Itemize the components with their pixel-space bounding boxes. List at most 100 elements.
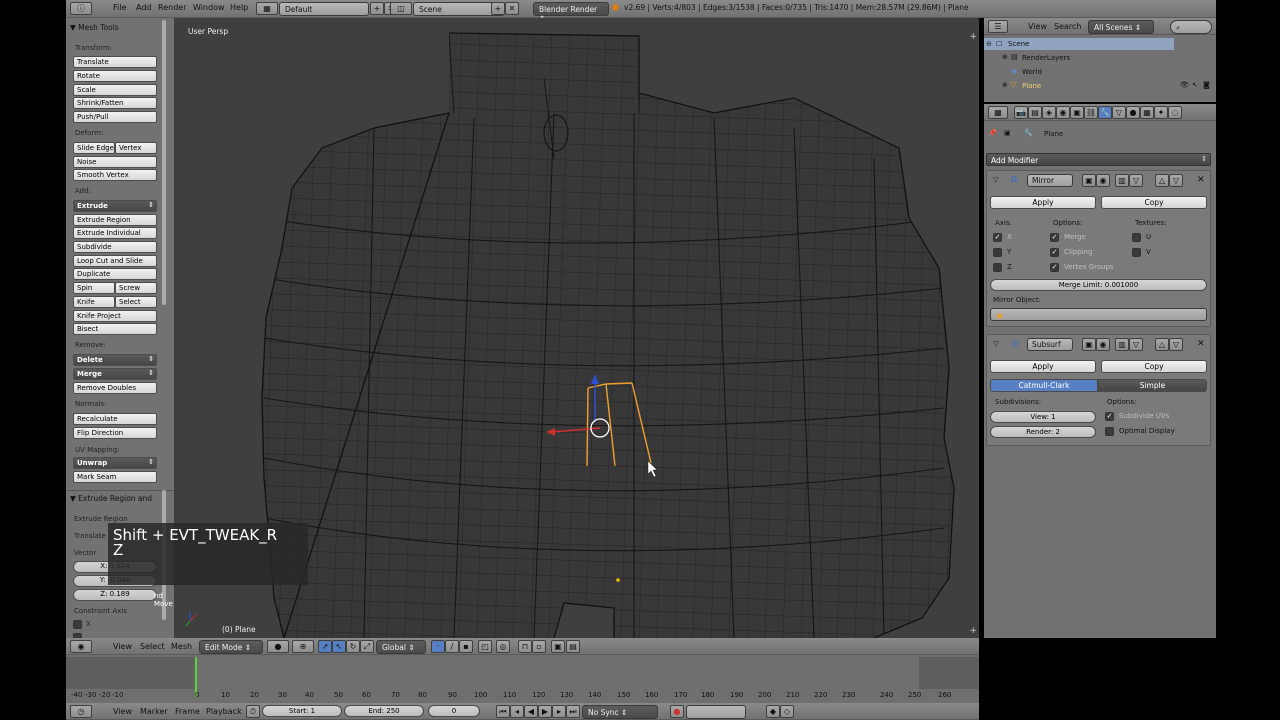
menu-help[interactable]: Help — [230, 3, 248, 12]
manipulator-icon[interactable]: ↗ — [318, 640, 332, 653]
subsurf-move-down-icon[interactable]: ▽ — [1169, 338, 1183, 351]
scene-close-icon[interactable]: ✕ — [505, 2, 519, 15]
end-frame-field[interactable]: End: 250 — [344, 705, 424, 717]
translate-manip-icon[interactable]: ↖ — [332, 640, 346, 653]
tab-data-icon[interactable]: ▽ — [1112, 106, 1126, 119]
noise-button[interactable]: Noise — [73, 156, 157, 168]
render-anim-icon[interactable]: ▤ — [566, 640, 580, 653]
knife-project-button[interactable]: Knife Project — [73, 310, 157, 322]
mirror-collapse-icon[interactable]: ▽ — [993, 176, 998, 184]
axis-x-checkbox[interactable]: ✓ — [993, 233, 1002, 242]
subsurf-render-toggle-icon[interactable]: ▣ — [1082, 338, 1096, 351]
mirror-viewport-toggle-icon[interactable]: ◉ — [1096, 174, 1110, 187]
tool-shelf-scrollbar[interactable] — [162, 20, 166, 305]
plane-expand-icon[interactable]: ⊕ — [1002, 81, 1008, 89]
editor-type-icon[interactable]: ⓘ — [70, 2, 92, 15]
proportional-icon[interactable]: ◎ — [496, 640, 510, 653]
outliner-world-label[interactable]: World — [1022, 68, 1042, 76]
layout-grid-icon[interactable]: ▦ — [256, 2, 278, 15]
editor-type-timeline-icon[interactable]: ◷ — [70, 705, 92, 718]
subsurf-render-levels[interactable]: Render: 2 — [990, 426, 1096, 438]
tab-physics-icon[interactable]: ◌ — [1168, 106, 1182, 119]
rotate-manip-icon[interactable]: ↻ — [346, 640, 360, 653]
shrink-fatten-button[interactable]: Shrink/Fatten — [73, 97, 157, 109]
select-menu[interactable]: Select — [140, 642, 165, 651]
viewport-shade-icon[interactable]: ● — [267, 640, 289, 653]
scene-expand-icon[interactable]: ⊖ — [986, 40, 992, 48]
record-icon[interactable]: ● — [670, 705, 684, 718]
mirror-editmode-toggle-icon[interactable]: ▥ — [1115, 174, 1129, 187]
smooth-vertex-button[interactable]: Smooth Vertex — [73, 169, 157, 181]
menu-render[interactable]: Render — [158, 3, 186, 12]
editor-type-3d-icon[interactable]: ◉ — [70, 640, 92, 653]
knife-button[interactable]: Knife — [73, 296, 115, 308]
orientation-select[interactable]: Global ⇕ — [376, 640, 426, 654]
render-preview-icon[interactable]: ▣ — [551, 640, 565, 653]
axis-y-checkbox[interactable] — [993, 248, 1002, 257]
subsurf-editmode-toggle-icon[interactable]: ▥ — [1115, 338, 1129, 351]
face-select-icon[interactable]: ▪ — [459, 640, 473, 653]
snap-icon[interactable]: ⊓ — [518, 640, 532, 653]
next-key-icon[interactable]: ▸ — [552, 705, 566, 718]
tab-particles-icon[interactable]: ✦ — [1154, 106, 1168, 119]
pivot-icon[interactable]: ⊕ — [292, 640, 314, 653]
insert-key-icon[interactable]: ◆ — [766, 705, 780, 718]
renderlayers-expand-icon[interactable]: ⊕ — [1002, 53, 1008, 61]
menu-file[interactable]: File — [113, 3, 126, 12]
screw-button[interactable]: Screw — [115, 282, 157, 294]
subsurf-close-icon[interactable]: ✕ — [1197, 339, 1205, 349]
properties-type-icon[interactable]: ▦ — [988, 106, 1008, 119]
constraint-x-checkbox[interactable] — [73, 620, 82, 629]
knife-select-button[interactable]: Select — [115, 296, 157, 308]
scale-button[interactable]: Scale — [73, 84, 157, 96]
subsurf-move-up-icon[interactable]: △ — [1155, 338, 1169, 351]
outliner-search-menu[interactable]: Search — [1054, 22, 1081, 31]
subsurf-apply-button[interactable]: Apply — [990, 360, 1096, 373]
viewport-nav-plus-icon[interactable]: + — [969, 32, 977, 42]
jump-start-icon[interactable]: ⏮ — [496, 705, 510, 718]
bisect-button[interactable]: Bisect — [73, 323, 157, 335]
outliner-search-field[interactable]: ⌕ — [1170, 20, 1212, 34]
recalculate-button[interactable]: Recalculate — [73, 413, 157, 425]
merge-menu[interactable]: Merge — [73, 368, 157, 380]
outliner-display-select[interactable]: All Scenes ⇕ — [1088, 20, 1154, 34]
clipping-checkbox[interactable]: ✓ — [1050, 248, 1059, 257]
subsurf-name-field[interactable]: Subsurf — [1027, 338, 1073, 351]
texture-v-checkbox[interactable] — [1132, 248, 1141, 257]
duplicate-button[interactable]: Duplicate — [73, 268, 157, 280]
sync-select[interactable]: No Sync ⇕ — [582, 705, 658, 719]
preview-range-icon[interactable]: ⏱ — [246, 705, 260, 718]
rotate-button[interactable]: Rotate — [73, 70, 157, 82]
mirror-cage-toggle-icon[interactable]: ▽ — [1129, 174, 1143, 187]
vertex-select-icon[interactable]: · — [431, 640, 445, 653]
loop-cut-button[interactable]: Loop Cut and Slide — [73, 255, 157, 267]
mode-select[interactable]: Edit Mode ⇕ — [199, 640, 263, 654]
subsurf-cage-toggle-icon[interactable]: ▽ — [1129, 338, 1143, 351]
play-icon[interactable]: ▶ — [538, 705, 552, 718]
mirror-apply-button[interactable]: Apply — [990, 196, 1096, 209]
translate-button[interactable]: Translate — [73, 56, 157, 68]
vertex-groups-checkbox[interactable]: ✓ — [1050, 263, 1059, 272]
slide-edge-button[interactable]: Slide Edge — [73, 142, 115, 154]
mirror-name-field[interactable]: Mirror — [1027, 174, 1073, 187]
scene-add-icon[interactable]: + — [491, 2, 505, 15]
edge-select-icon[interactable]: / — [445, 640, 459, 653]
mirror-copy-button[interactable]: Copy — [1101, 196, 1207, 209]
tab-object-icon[interactable]: ▣ — [1070, 106, 1084, 119]
mesh-menu[interactable]: Mesh — [171, 642, 192, 651]
flip-direction-button[interactable]: Flip Direction — [73, 427, 157, 439]
mirror-object-field[interactable]: ▣ — [990, 308, 1207, 321]
remove-doubles-button[interactable]: Remove Doubles — [73, 382, 157, 394]
delete-key-icon[interactable]: ◇ — [780, 705, 794, 718]
play-reverse-icon[interactable]: ◀ — [524, 705, 538, 718]
outliner-plane-label[interactable]: Plane — [1022, 82, 1041, 90]
layout-add-icon[interactable]: + — [370, 2, 384, 15]
jump-end-icon[interactable]: ⏭ — [566, 705, 580, 718]
mirror-move-up-icon[interactable]: △ — [1155, 174, 1169, 187]
current-frame-field[interactable]: 0 — [428, 705, 480, 717]
pin-icon[interactable]: 📌 — [988, 129, 997, 137]
viewport-nav-plus2-icon[interactable]: + — [969, 626, 977, 636]
mirror-move-down-icon[interactable]: ▽ — [1169, 174, 1183, 187]
subdivide-button[interactable]: Subdivide — [73, 241, 157, 253]
subsurf-collapse-icon[interactable]: ▽ — [993, 340, 998, 348]
